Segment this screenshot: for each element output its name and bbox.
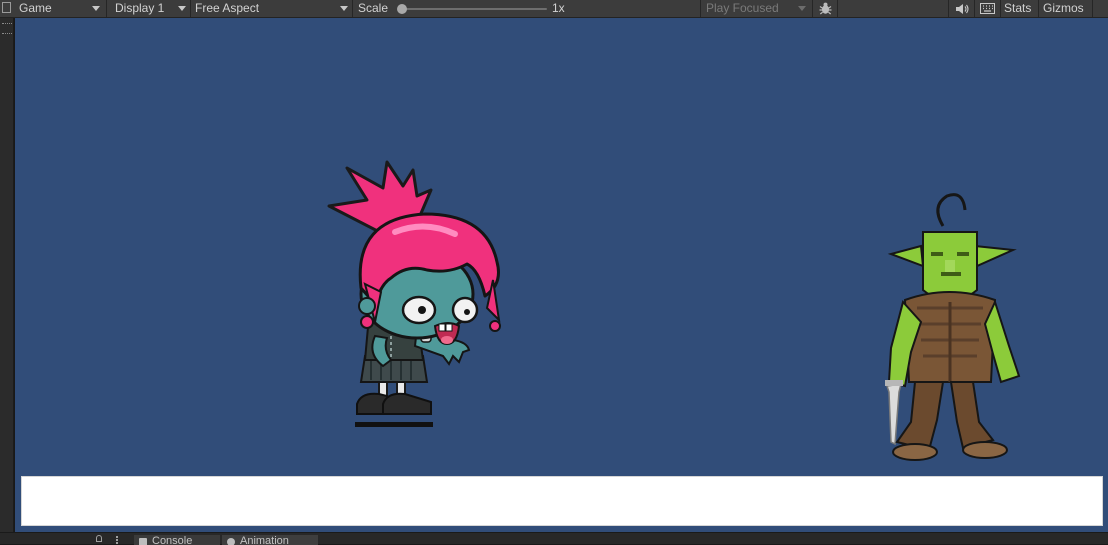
game-view-toolbar: Game Display 1 Free Aspect Scale 1x Play…: [0, 0, 1108, 18]
chevron-down-icon: [92, 6, 100, 11]
play-mode-dropdown[interactable]: Play Focused: [706, 0, 779, 17]
toolbar-divider: [837, 0, 838, 17]
bottom-tab-bar: Console Animation: [0, 532, 1108, 545]
toolbar-divider: [1038, 0, 1039, 17]
toolbar-divider: [700, 0, 701, 17]
goblin-sprite: [885, 193, 1021, 461]
left-panel-edge: [0, 18, 14, 532]
more-options-icon[interactable]: [116, 536, 120, 544]
aspect-dropdown[interactable]: Free Aspect: [195, 0, 259, 17]
scale-slider-handle[interactable]: [397, 4, 407, 14]
scale-label: Scale: [358, 1, 389, 15]
display-dropdown[interactable]: Display 1: [115, 0, 164, 17]
toolbar-divider: [1000, 0, 1001, 17]
toolbar-divider: [190, 0, 191, 17]
toolbar-divider: [974, 0, 975, 17]
scale-value: 1x: [552, 1, 565, 15]
gizmos-button[interactable]: Gizmos: [1043, 0, 1084, 17]
toolbar-divider: [352, 0, 353, 17]
toolbar-divider: [948, 0, 949, 17]
stats-button[interactable]: Stats: [1004, 0, 1031, 17]
more-options-icon[interactable]: [2, 23, 12, 34]
chevron-down-icon: [340, 6, 348, 11]
toolbar-divider: [812, 0, 813, 17]
chevron-down-icon: [798, 6, 806, 11]
bug-icon[interactable]: [818, 1, 833, 16]
toolbar-divider: [106, 0, 107, 17]
chevron-down-icon: [178, 6, 186, 11]
scale-slider[interactable]: [397, 4, 547, 14]
speaker-icon[interactable]: [955, 3, 969, 15]
game-ui-panel: [21, 476, 1103, 526]
game-viewport[interactable]: [15, 18, 1108, 532]
toolbar-divider: [1092, 0, 1093, 17]
zombie-girl-sprite: [327, 160, 501, 427]
keyboard-icon[interactable]: [980, 3, 995, 14]
view-dropdown[interactable]: Game: [19, 0, 52, 17]
lock-icon[interactable]: [96, 535, 102, 542]
window-menu-icon[interactable]: [2, 2, 11, 13]
